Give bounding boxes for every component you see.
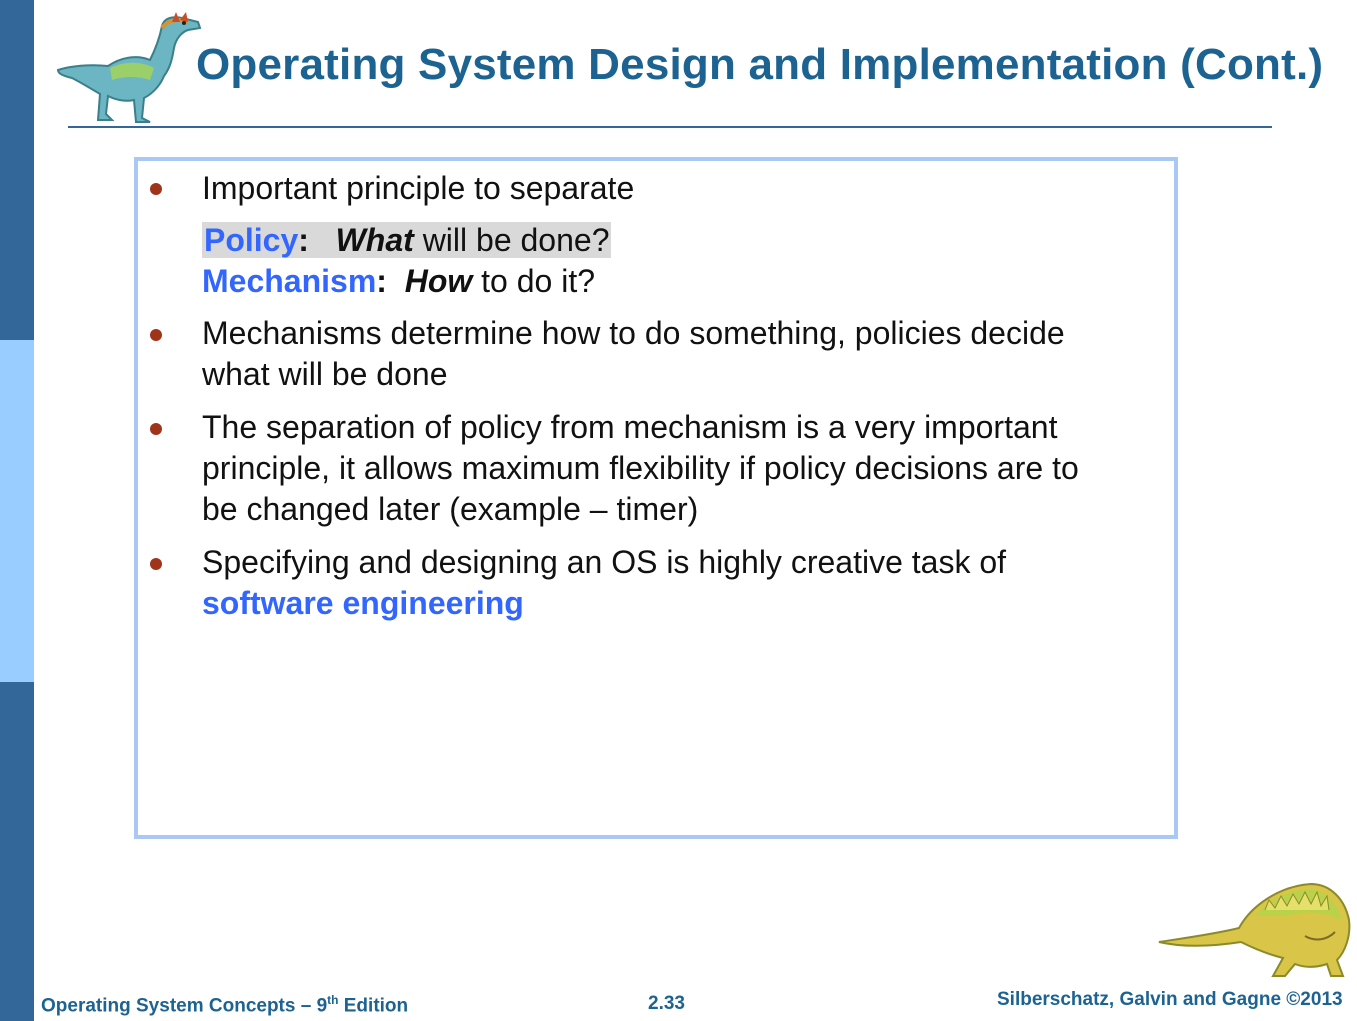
policy-definition: Policy: What will be done? <box>202 220 612 261</box>
bullet-marker <box>150 329 162 341</box>
footer-book-name: Operating System Concepts – 9 <box>41 995 328 1017</box>
bullet-marker <box>150 558 162 570</box>
dinosaur-logo-top-icon <box>56 12 202 123</box>
policy-question-rest: will be done? <box>413 222 610 258</box>
left-color-band <box>0 0 34 1021</box>
footer-edition-superscript: th <box>327 993 339 1007</box>
bullet-marker <box>150 183 162 195</box>
bullet-1-text: Important principle to separate <box>202 170 635 206</box>
footer-edition-word: Edition <box>338 995 409 1017</box>
bullet-3-line-1: The separation of policy from mechanism … <box>202 409 1058 445</box>
left-band-highlight <box>0 340 34 682</box>
policy-question-word: What <box>335 222 414 258</box>
slide-title: Operating System Design and Implementati… <box>196 40 1324 89</box>
bullet-4-line-2: software engineering <box>202 583 524 624</box>
bullet-3-line-3: be changed later (example – timer) <box>202 491 699 527</box>
bullet-2-line-1: Mechanisms determine how to do something… <box>202 315 1065 351</box>
policy-colon: : <box>298 222 309 258</box>
bullet-4-line-1: Specifying and designing an OS is highly… <box>202 544 1007 580</box>
bullet-marker <box>150 423 162 435</box>
footer-page-number: 2.33 <box>648 993 685 1014</box>
dinosaur-logo-bottom-icon <box>1158 882 1351 977</box>
footer-book-title: Operating System Concepts – 9th Edition <box>41 993 408 1017</box>
footer-copyright: Silberschatz, Galvin and Gagne ©2013 <box>997 989 1343 1010</box>
mechanism-question-word: How <box>404 263 473 299</box>
mechanism-question-rest: to do it? <box>472 263 596 299</box>
mechanism-colon: : <box>376 263 387 299</box>
mechanism-term: Mechanism <box>202 263 377 299</box>
software-engineering-term: software engineering <box>202 585 524 621</box>
title-underline <box>68 126 1272 128</box>
bullet-2-line-2: what will be done <box>202 356 448 392</box>
policy-highlight: Policy: What will be done? <box>202 222 612 258</box>
policy-term: Policy <box>204 222 299 258</box>
bullet-3-line-2: principle, it allows maximum flexibility… <box>202 450 1079 486</box>
mechanism-definition: Mechanism: How to do it? <box>202 261 595 302</box>
